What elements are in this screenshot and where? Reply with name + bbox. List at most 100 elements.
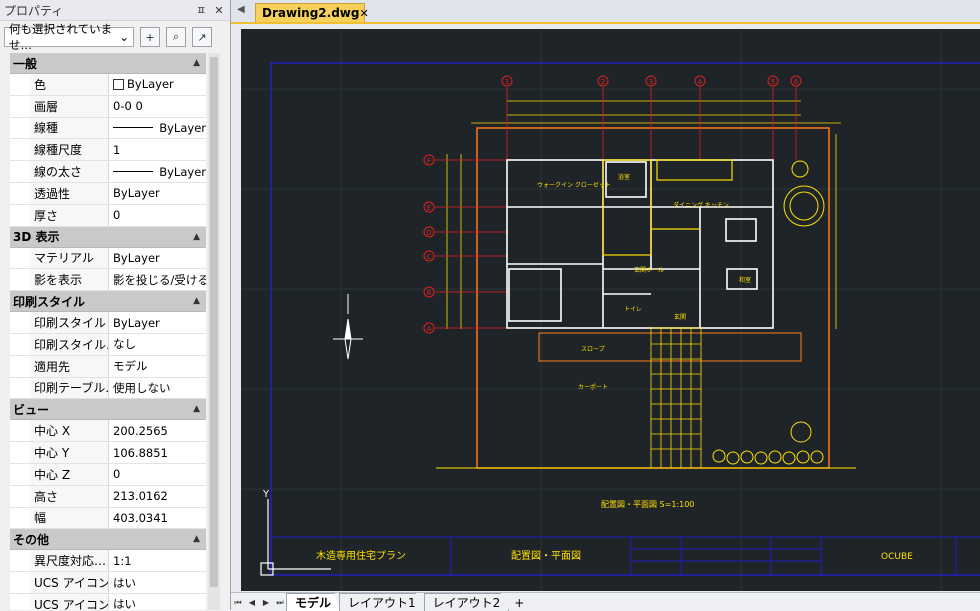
category-header[interactable]: 印刷スタイル ▲: [10, 291, 206, 313]
grid-bubble-label: B: [427, 289, 432, 297]
category-header[interactable]: ビュー ▲: [10, 399, 206, 421]
property-row[interactable]: 中心 Z 0: [10, 463, 206, 486]
property-value[interactable]: ByLayer: [109, 183, 206, 204]
property-value[interactable]: モデル: [109, 356, 206, 377]
first-tab-icon[interactable]: ⏮: [231, 595, 245, 611]
collapse-icon[interactable]: ▲: [193, 534, 200, 544]
property-row[interactable]: 中心 X 200.2565: [10, 420, 206, 443]
property-value[interactable]: ByLayer: [109, 161, 206, 182]
property-value[interactable]: 213.0162: [109, 486, 206, 507]
property-row[interactable]: 線種 ByLayer: [10, 117, 206, 140]
selection-row: 何も選択されていませ… ⌄ + ⌕ ↗: [0, 21, 230, 53]
property-value-text: 213.0162: [113, 489, 168, 504]
property-key: 幅: [30, 507, 109, 529]
property-value[interactable]: 0: [109, 205, 206, 226]
collapse-icon[interactable]: ▲: [193, 58, 200, 68]
title-main: 木造専用住宅プラン: [316, 549, 406, 562]
select-objects-button[interactable]: ⌕: [166, 27, 186, 47]
property-row[interactable]: 線種尺度 1: [10, 139, 206, 162]
property-value[interactable]: 0-0 0: [109, 96, 206, 117]
property-row[interactable]: 線の太さ ByLayer: [10, 161, 206, 183]
property-value-text: 0: [113, 208, 121, 223]
property-row[interactable]: 印刷スタイル ByLayer: [10, 312, 206, 334]
last-tab-icon[interactable]: ⏭: [273, 595, 287, 611]
property-value[interactable]: はい: [109, 572, 206, 593]
property-value[interactable]: ByLayer: [109, 312, 206, 333]
room-washitsu: 和室: [739, 276, 751, 284]
property-value[interactable]: 使用しない: [109, 378, 206, 399]
property-row[interactable]: 影を表示 影を投じる/受ける: [10, 269, 206, 292]
property-value[interactable]: 影を投じる/受ける: [109, 269, 206, 290]
category-header[interactable]: その他 ▲: [10, 529, 206, 551]
panel-scrollbar[interactable]: [208, 53, 220, 610]
property-key: 画層: [30, 95, 109, 117]
document-area: ◀ Drawing2.dwg ✕ 木造専用住宅プラン 配置図・平面図 OCUBE…: [231, 0, 980, 611]
doc-tab-label: Drawing2.dwg: [262, 6, 360, 20]
collapse-icon[interactable]: ▲: [193, 232, 200, 242]
property-row[interactable]: 画層 0-0 0: [10, 95, 206, 118]
quick-select-button[interactable]: ↗: [192, 27, 212, 47]
property-row[interactable]: UCS アイコン… はい: [10, 572, 206, 594]
property-value[interactable]: 1: [109, 139, 206, 160]
collapse-icon[interactable]: ▲: [193, 404, 200, 414]
property-row[interactable]: 高さ 213.0162: [10, 485, 206, 508]
panel-title-bar: プロパティ ㅍ ✕: [0, 0, 230, 21]
property-row[interactable]: 厚さ 0: [10, 204, 206, 227]
category-header[interactable]: 3D 表示 ▲: [10, 226, 206, 248]
category-header[interactable]: 一般 ▲: [10, 53, 206, 74]
property-row[interactable]: マテリアル ByLayer: [10, 247, 206, 270]
drawing-canvas[interactable]: 木造専用住宅プラン 配置図・平面図 OCUBE 配置図・平面図 S=1:100 …: [241, 29, 980, 591]
property-row[interactable]: 印刷スタイル… なし: [10, 333, 206, 356]
property-value[interactable]: 403.0341: [109, 508, 206, 529]
property-value-text: はい: [113, 575, 136, 590]
property-row[interactable]: 印刷テーブル… 使用しない: [10, 377, 206, 400]
property-value-text: 1: [113, 142, 121, 157]
property-row[interactable]: UCS アイコン… はい: [10, 593, 206, 610]
property-key: 中心 Y: [30, 442, 109, 463]
tab-close-icon[interactable]: ✕: [359, 7, 368, 20]
tab-model[interactable]: モデル: [286, 593, 341, 611]
property-value[interactable]: 0: [109, 464, 206, 485]
property-value-text: 0-0 0: [113, 99, 143, 114]
linetype-preview-icon: [113, 127, 154, 129]
room-hall: 玄関ホール: [634, 266, 664, 274]
pin-icon[interactable]: ㅍ: [194, 2, 208, 18]
property-row[interactable]: 透過性 ByLayer: [10, 182, 206, 205]
property-row[interactable]: 中心 Y 106.8851: [10, 442, 206, 464]
property-value[interactable]: はい: [109, 594, 206, 610]
tab-drawing2[interactable]: Drawing2.dwg ✕: [255, 3, 369, 22]
toggle-pickadd-button[interactable]: +: [140, 27, 160, 47]
collapse-icon[interactable]: ▲: [193, 296, 200, 306]
grid-bubble-label: E: [427, 204, 431, 212]
grid-bubble-label: C: [427, 253, 432, 261]
property-key: 透過性: [30, 182, 109, 204]
property-value[interactable]: ByLayer: [109, 248, 206, 269]
tab-scroll-left-icon[interactable]: ◀: [237, 4, 245, 15]
scrollbar-thumb[interactable]: [210, 57, 218, 587]
property-row[interactable]: 適用先 モデル: [10, 355, 206, 378]
property-key: 線の太さ: [30, 161, 109, 182]
plan-caption: 配置図・平面図 S=1:100: [601, 500, 694, 509]
selection-dropdown[interactable]: 何も選択されていませ… ⌄: [4, 22, 134, 52]
room-toilet: トイレ: [624, 306, 642, 313]
property-value[interactable]: なし: [109, 334, 206, 355]
tab-layout2[interactable]: レイアウト2: [423, 593, 510, 611]
panel-title: プロパティ: [4, 3, 64, 18]
property-value-text: ByLayer: [159, 164, 206, 179]
prev-tab-icon[interactable]: ◀: [245, 595, 259, 611]
property-row[interactable]: 幅 403.0341: [10, 507, 206, 530]
close-icon[interactable]: ✕: [212, 4, 226, 17]
property-value[interactable]: 200.2565: [109, 420, 206, 441]
property-key: マテリアル: [30, 247, 109, 269]
tab-layout1[interactable]: レイアウト1: [339, 593, 425, 611]
ucs-y-label: Y: [262, 489, 270, 500]
property-value[interactable]: 1:1: [109, 550, 206, 571]
property-value[interactable]: ByLayer: [109, 118, 206, 139]
property-value[interactable]: ByLayer: [109, 74, 206, 95]
add-layout-button[interactable]: +: [508, 594, 531, 611]
property-row[interactable]: 色 ByLayer: [10, 74, 206, 96]
property-value[interactable]: 106.8851: [109, 442, 206, 463]
next-tab-icon[interactable]: ▶: [259, 595, 273, 611]
property-value-text: 使用しない: [113, 380, 171, 395]
property-row[interactable]: 異尺度対応… 1:1: [10, 550, 206, 573]
